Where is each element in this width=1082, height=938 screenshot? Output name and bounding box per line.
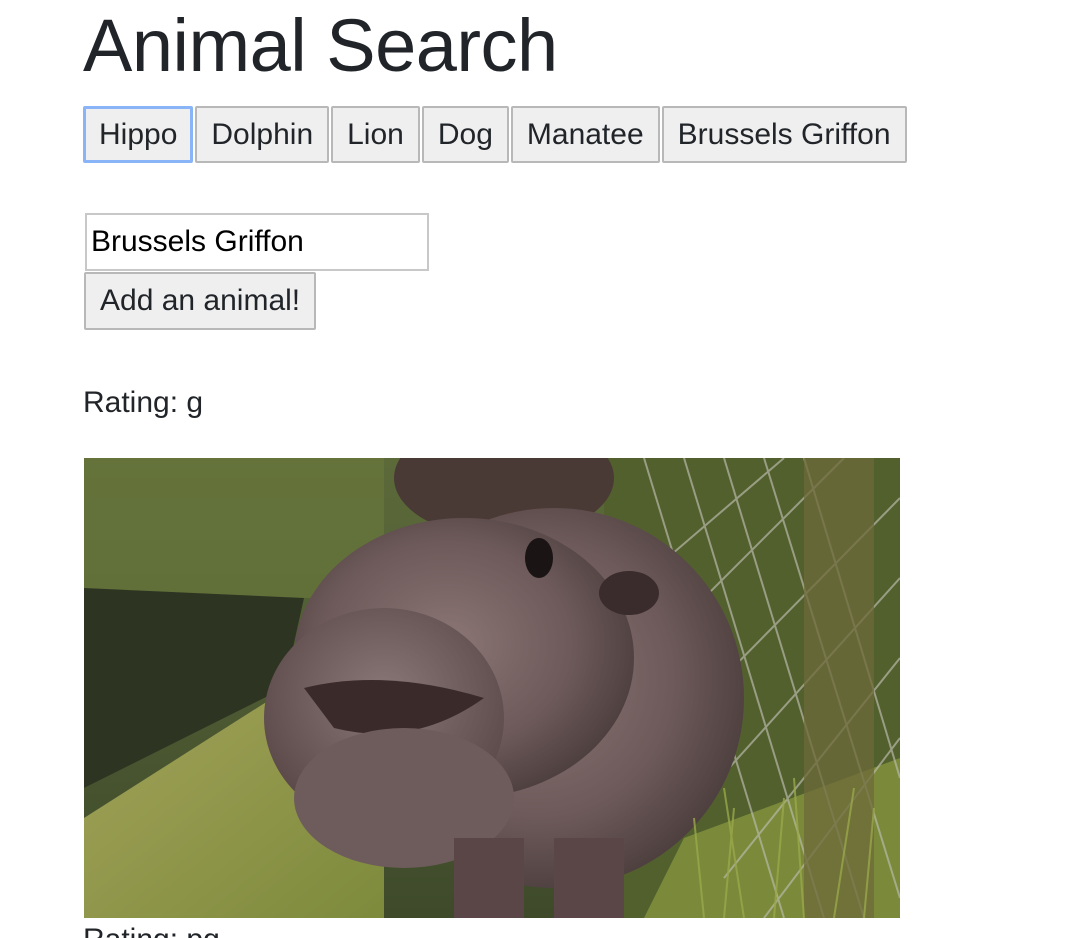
page-title: Animal Search: [83, 4, 558, 87]
hippo-gif-image: [84, 458, 900, 918]
rating-text: Rating: g: [83, 386, 204, 419]
animal-input[interactable]: [85, 213, 429, 271]
animal-button-dolphin[interactable]: Dolphin: [195, 106, 330, 163]
animal-button-bar: Hippo Dolphin Lion Dog Manatee Brussels …: [83, 106, 909, 163]
animal-button-dog[interactable]: Dog: [421, 106, 509, 163]
rating-text: Rating: pg: [83, 922, 220, 938]
animal-button-brussels-griffon[interactable]: Brussels Griffon: [661, 106, 907, 163]
animal-button-hippo[interactable]: Hippo: [83, 106, 194, 163]
animal-button-lion[interactable]: Lion: [331, 106, 420, 163]
add-animal-button[interactable]: Add an animal!: [84, 272, 317, 330]
animal-button-manatee[interactable]: Manatee: [510, 106, 660, 163]
